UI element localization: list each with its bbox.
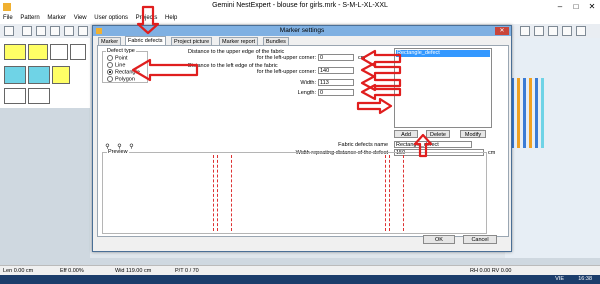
annotation-arrow-left xyxy=(360,61,402,79)
annotation-arrow-down xyxy=(136,5,160,35)
annotation-arrow-left xyxy=(131,58,199,82)
annotation-arrow-right xyxy=(356,97,393,115)
annotation-overlay xyxy=(131,5,433,158)
annotation-arrow-left xyxy=(360,49,402,68)
annotation-arrow-up xyxy=(413,133,433,158)
